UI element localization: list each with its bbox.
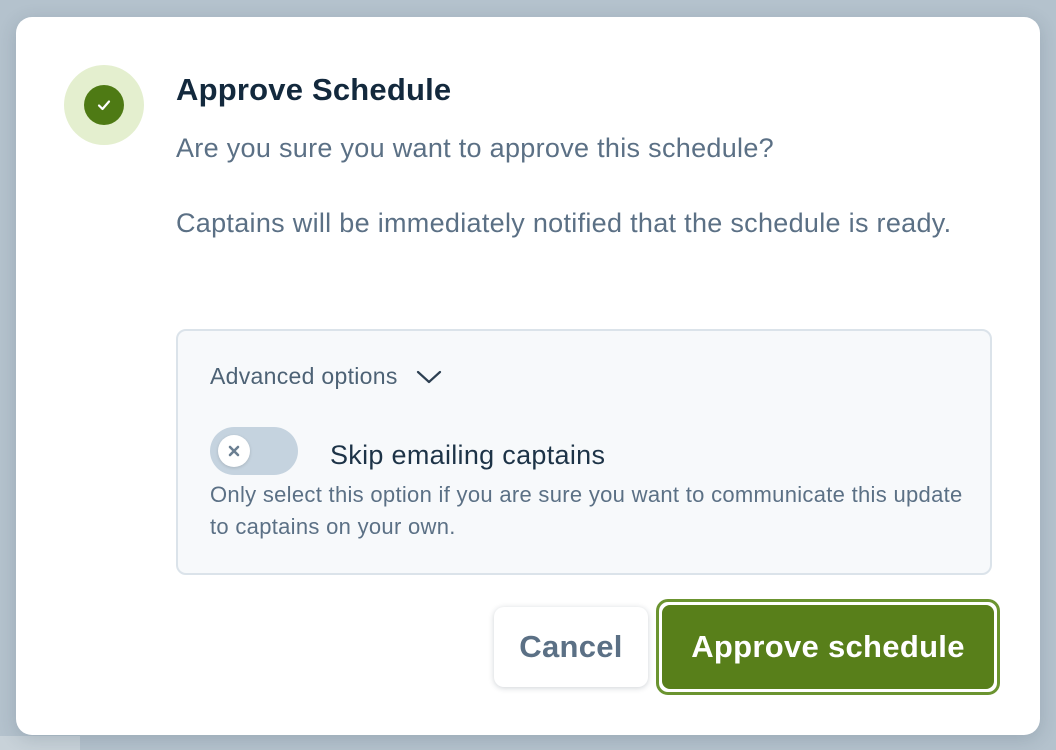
advanced-options-label: Advanced options: [210, 363, 398, 389]
toggle-knob: [218, 435, 250, 467]
modal-backdrop: [0, 736, 80, 750]
approve-schedule-button[interactable]: Approve schedule: [662, 605, 994, 689]
chevron-down-icon: [416, 370, 441, 383]
approve-schedule-dialog: Approve Schedule Are you sure you want t…: [16, 17, 1040, 735]
cancel-button[interactable]: Cancel: [494, 607, 648, 687]
dialog-notice: Captains will be immediately notified th…: [176, 208, 952, 238]
check-icon: [97, 100, 111, 111]
advanced-options-panel: Advanced options Skip emailing captains …: [176, 329, 992, 575]
skip-emailing-help: Only select this option if you are sure …: [210, 482, 963, 539]
success-badge-inner: [84, 85, 124, 125]
skip-emailing-label: Skip emailing captains: [330, 440, 606, 470]
success-badge: [64, 65, 144, 145]
skip-emailing-toggle[interactable]: [210, 427, 298, 475]
approve-button-focus-ring: Approve schedule: [656, 599, 1000, 695]
close-icon: [228, 445, 240, 457]
dialog-question: Are you sure you want to approve this sc…: [176, 133, 774, 163]
dialog-title: Approve Schedule: [176, 72, 452, 107]
advanced-options-toggle[interactable]: Advanced options: [210, 363, 442, 390]
